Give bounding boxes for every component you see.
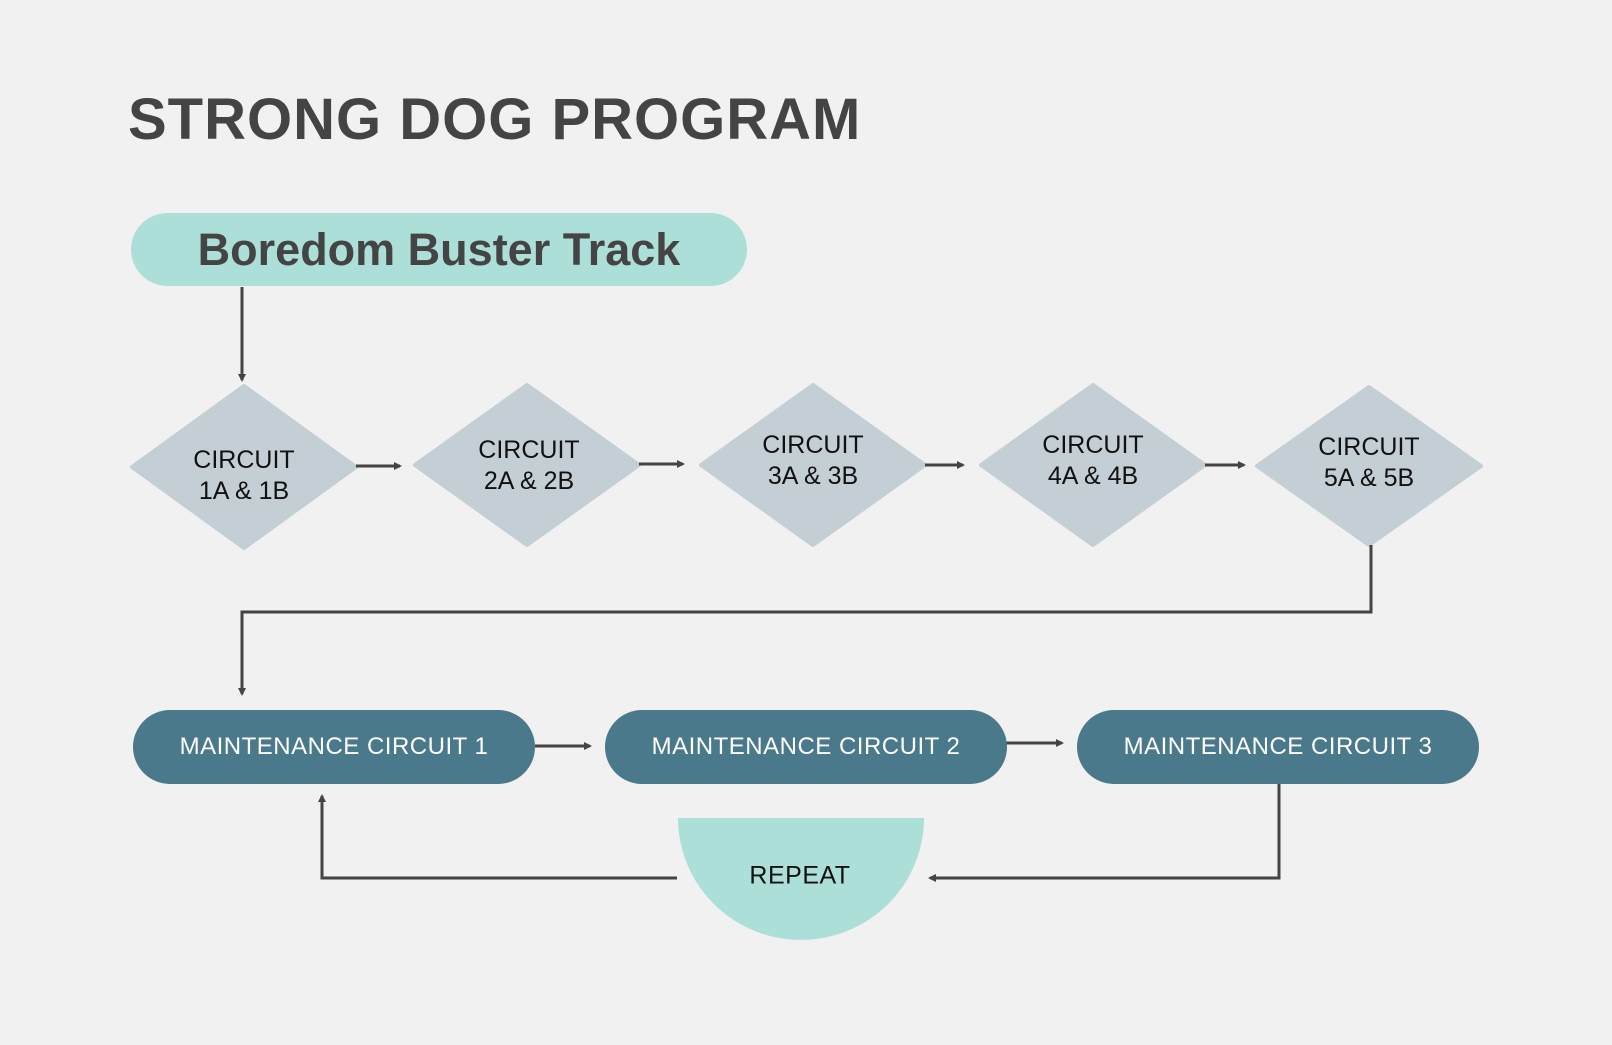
circuit-4-label: CIRCUIT 4A & 4B [993,430,1193,492]
circuit-2-line1: CIRCUIT [478,436,580,464]
repeat-label: REPEAT [749,861,851,890]
circuit-4-line2: 4A & 4B [1047,462,1139,490]
connector-maintenance3-to-repeat [928,784,1281,882]
circuit-5-line1: CIRCUIT [1318,433,1420,461]
circuit-3-line2: 3A & 3B [767,462,859,490]
circuit-4-line1: CIRCUIT [1042,431,1144,459]
circuit-3-line1: CIRCUIT [762,431,864,459]
circuit-2-line2: 2A & 2B [483,467,575,495]
circuit-1-line1: CIRCUIT [193,446,295,474]
circuit-3-label: CIRCUIT 3A & 3B [713,430,913,492]
circuit-1-label: CIRCUIT 1A & 1B [144,445,344,507]
maintenance-circuit-1: MAINTENANCE CIRCUIT 1 [133,710,535,784]
connector-repeat-to-maintenance1 [318,794,677,880]
maintenance-circuit-3: MAINTENANCE CIRCUIT 3 [1077,710,1479,784]
circuit-5-line2: 5A & 5B [1323,464,1415,492]
maintenance-circuit-2: MAINTENANCE CIRCUIT 2 [605,710,1007,784]
connector-circuit5-to-maintenance1 [238,545,1373,696]
circuit-2-label: CIRCUIT 2A & 2B [429,435,629,497]
circuit-1-line2: 1A & 1B [198,477,290,505]
circuit-5-label: CIRCUIT 5A & 5B [1269,432,1469,494]
